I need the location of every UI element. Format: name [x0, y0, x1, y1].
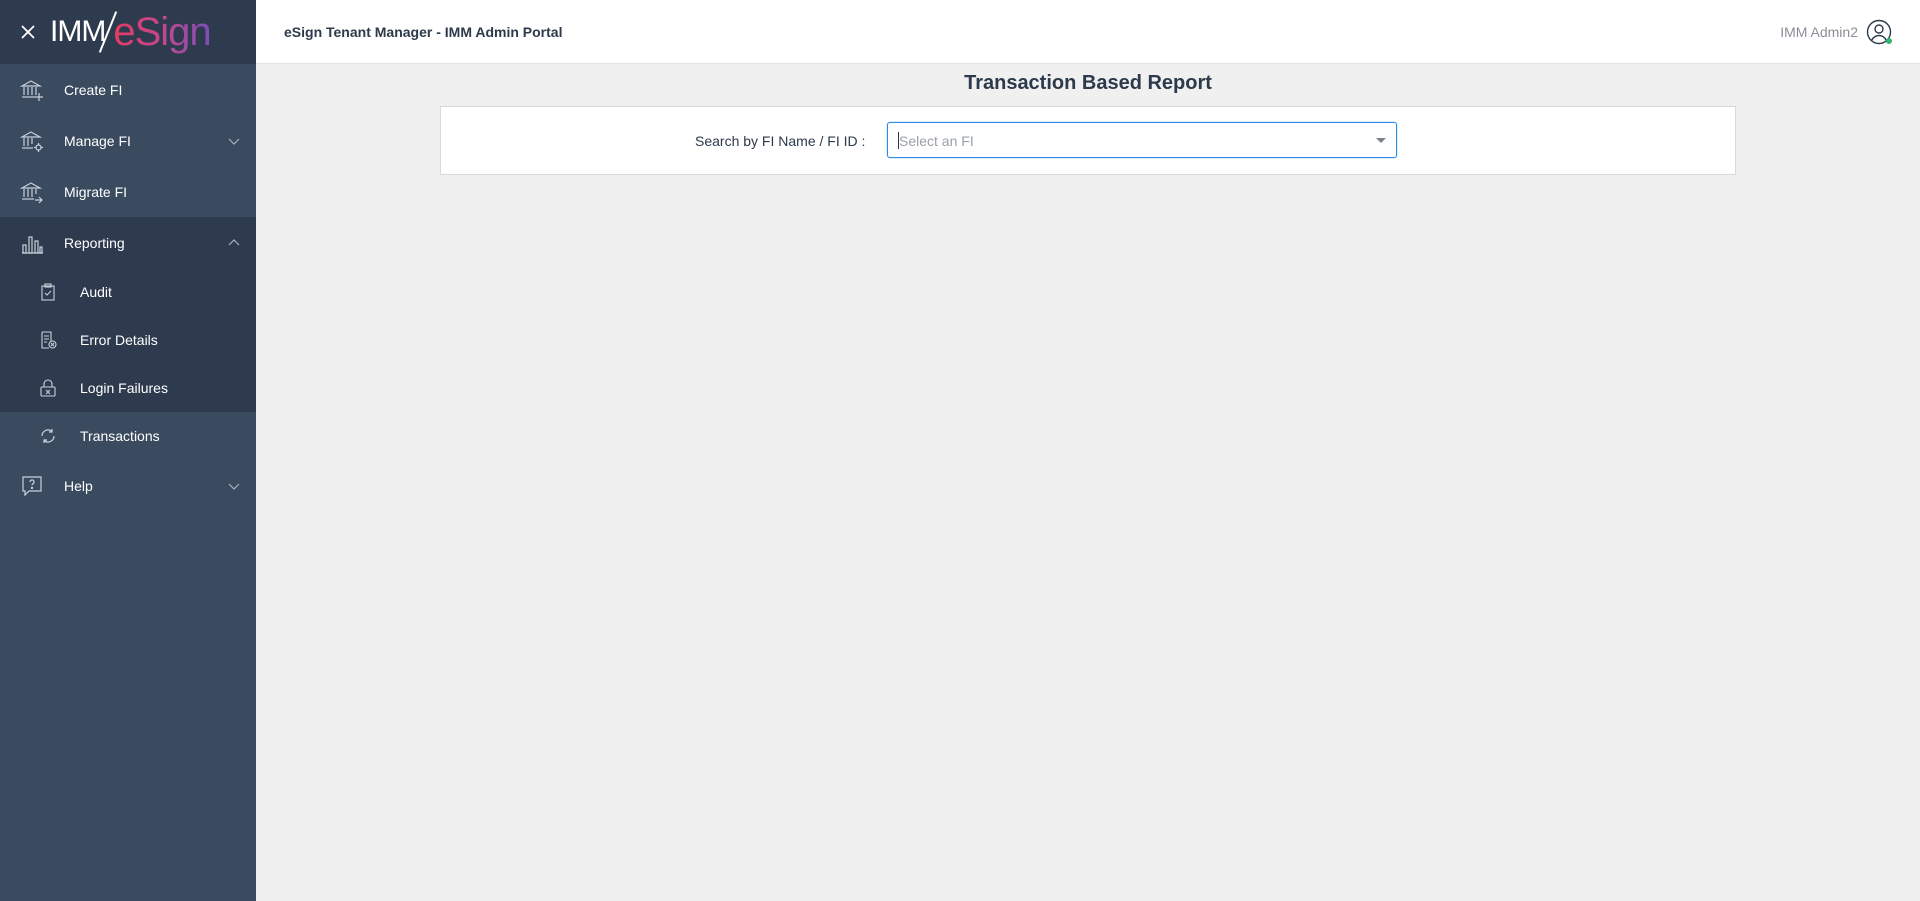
- search-label: Search by FI Name / FI ID :: [695, 133, 866, 149]
- sidebar: IMM eSign Create FI Manage FI Migrate FI: [0, 0, 256, 901]
- sidebar-nav: Create FI Manage FI Migrate FI Reporting: [0, 64, 256, 268]
- sidebar-item-label: Reporting: [64, 234, 125, 251]
- logo-imm-text: IMM: [50, 15, 106, 48]
- sidebar-subitem-label: Transactions: [80, 428, 160, 444]
- sidebar-item-manage-fi[interactable]: Manage FI: [0, 115, 256, 166]
- sidebar-item-audit[interactable]: Audit: [0, 268, 256, 316]
- online-status-dot: [1886, 38, 1892, 44]
- sidebar-subitem-label: Error Details: [80, 332, 158, 348]
- lock-x-icon: [38, 378, 58, 398]
- sidebar-item-label: Manage FI: [64, 132, 131, 149]
- chevron-up-icon: [228, 238, 240, 245]
- sidebar-item-label: Migrate FI: [64, 183, 128, 200]
- sidebar-item-login-failures[interactable]: Login Failures: [0, 364, 256, 412]
- sidebar-item-error-details[interactable]: Error Details: [0, 316, 256, 364]
- sidebar-item-label: Help: [64, 477, 93, 494]
- sidebar-nav-lower: Help: [0, 460, 256, 511]
- bar-chart-icon: [20, 231, 44, 255]
- user-avatar-icon[interactable]: [1866, 19, 1892, 45]
- top-header: eSign Tenant Manager - IMM Admin Portal …: [256, 0, 1920, 64]
- chevron-down-icon: [228, 483, 240, 490]
- user-name: IMM Admin2: [1780, 24, 1858, 40]
- app-title: eSign Tenant Manager - IMM Admin Portal: [284, 23, 563, 40]
- sidebar-item-migrate-fi[interactable]: Migrate FI: [0, 166, 256, 217]
- page-title: Transaction Based Report: [964, 72, 1212, 94]
- search-panel: Search by FI Name / FI ID : Select an FI: [440, 106, 1736, 175]
- imm-esign-logo[interactable]: IMM eSign: [50, 7, 212, 57]
- reporting-submenu: Audit Error Details Login Failures Trans…: [0, 268, 256, 460]
- select-placeholder: Select an FI: [899, 133, 974, 149]
- help-bubble-icon: [20, 474, 44, 498]
- bank-plus-icon: [20, 78, 44, 102]
- brand-bar: IMM eSign: [0, 0, 256, 64]
- clipboard-check-icon: [38, 282, 58, 302]
- sidebar-item-help[interactable]: Help: [0, 460, 256, 511]
- user-menu[interactable]: IMM Admin2: [1780, 0, 1892, 64]
- sidebar-subitem-label: Login Failures: [80, 380, 168, 396]
- logo-esign-text: eSign: [113, 9, 211, 54]
- bank-arrow-icon: [20, 180, 44, 204]
- sidebar-item-transactions[interactable]: Transactions: [0, 412, 256, 460]
- bank-gear-icon: [20, 129, 44, 153]
- sidebar-item-create-fi[interactable]: Create FI: [0, 64, 256, 115]
- chevron-down-icon: [228, 138, 240, 145]
- dropdown-arrow-icon[interactable]: [1376, 138, 1386, 143]
- sidebar-subitem-label: Audit: [80, 284, 112, 300]
- sync-icon: [38, 426, 58, 446]
- sidebar-item-reporting[interactable]: Reporting: [0, 217, 256, 268]
- document-error-icon: [38, 330, 58, 350]
- fi-select-input[interactable]: Select an FI: [887, 122, 1397, 158]
- sidebar-item-label: Create FI: [64, 81, 123, 98]
- close-menu-icon[interactable]: [18, 22, 38, 42]
